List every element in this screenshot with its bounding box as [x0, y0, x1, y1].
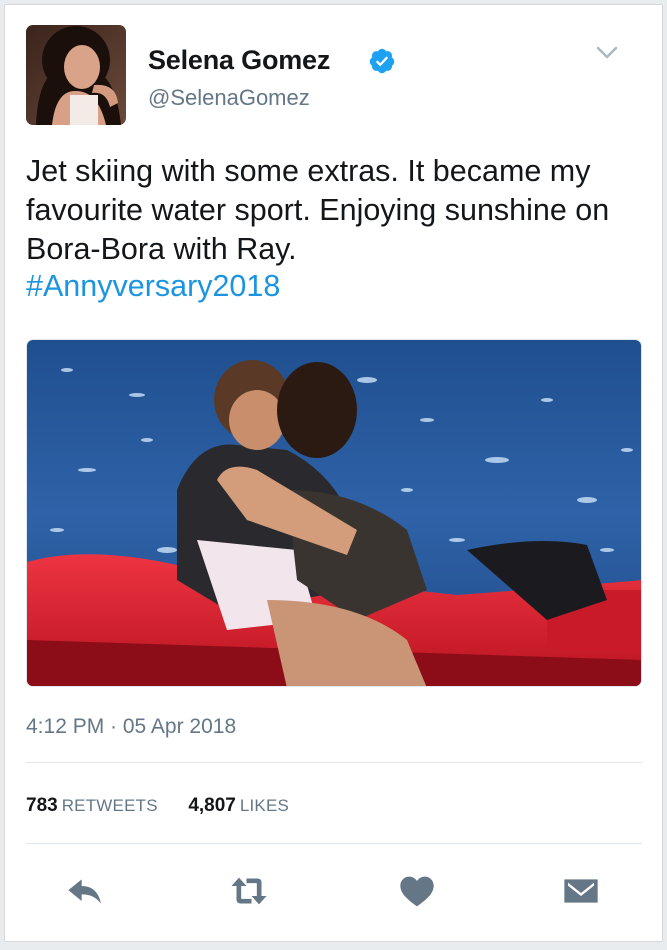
- avatar[interactable]: [26, 25, 126, 125]
- user-handle[interactable]: @SelenaGomez: [148, 85, 310, 111]
- reply-icon[interactable]: [65, 871, 105, 911]
- likes-stat[interactable]: 4,807 LIKES: [188, 795, 289, 816]
- envelope-icon[interactable]: [561, 871, 601, 911]
- tweet-text: Jet skiing with some extras. It became m…: [26, 152, 646, 269]
- likes-label: LIKES: [239, 796, 290, 815]
- tweet-photo[interactable]: [26, 339, 642, 687]
- chevron-down-icon[interactable]: [595, 43, 619, 63]
- tweet-text-line: favourite water sport. Enjoying sunshine…: [26, 193, 610, 227]
- divider: [26, 762, 642, 763]
- tweet-text-line: Jet skiing with some extras. It became m…: [26, 154, 591, 188]
- retweets-stat[interactable]: 783 RETWEETS: [26, 795, 163, 816]
- retweet-icon[interactable]: [229, 871, 269, 911]
- verified-badge-icon: [369, 48, 395, 74]
- divider: [26, 843, 642, 844]
- retweets-label: RETWEETS: [61, 796, 158, 815]
- user-name[interactable]: Selena Gomez: [148, 45, 330, 76]
- hashtag-link[interactable]: #Annyversary2018: [26, 267, 280, 306]
- tweet-timestamp[interactable]: 4:12 PM · 05 Apr 2018: [26, 715, 236, 739]
- tweet-stats: 783 RETWEETS 4,807 LIKES: [26, 795, 289, 817]
- heart-icon[interactable]: [397, 871, 437, 911]
- retweets-count: 783: [26, 795, 58, 816]
- likes-count: 4,807: [188, 795, 236, 816]
- tweet-card: Selena Gomez @SelenaGomez Jet skiing wit…: [4, 4, 663, 942]
- tweet-text-line: Bora-Bora with Ray.: [26, 232, 297, 266]
